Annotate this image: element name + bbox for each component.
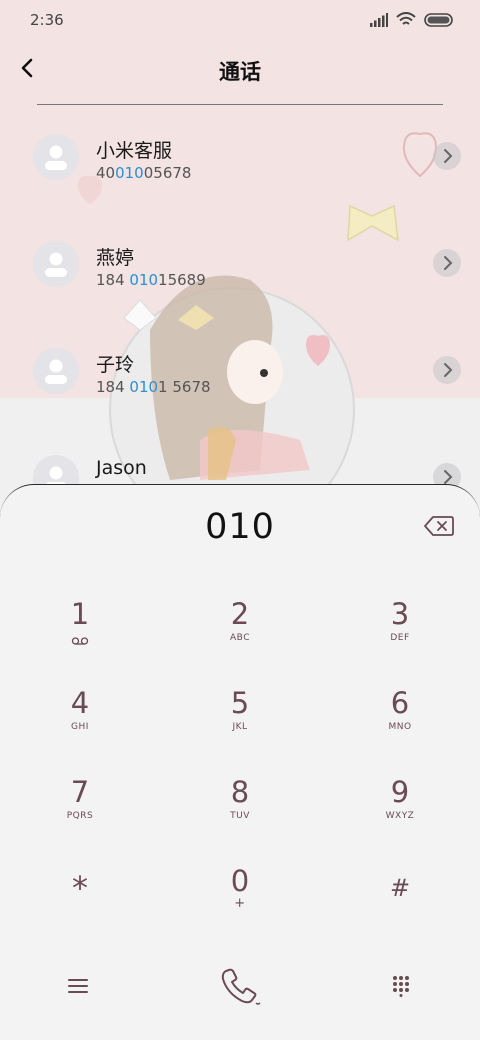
person-icon [45,359,67,384]
contact-name: 燕婷 [96,247,135,269]
person-icon [45,145,67,170]
key-letters: MNO [388,722,412,732]
key-0[interactable]: 0 + [180,864,300,940]
contact-number: 184 0101 5678 [96,378,211,396]
dialed-number: 010 [205,507,275,547]
key-digit: 3 [390,597,410,631]
key-digit: # [389,874,411,902]
key-letters: WXYZ [385,811,415,821]
page-title: 通话 [219,60,261,84]
key-6[interactable]: 6 MNO [340,686,460,762]
key-digit: 7 [70,775,90,809]
menu-icon[interactable] [67,977,89,995]
contact-name: 子玲 [96,354,135,376]
wifi-icon [396,12,416,25]
voicemail-icon [71,637,89,645]
person-icon [45,252,67,277]
key-star[interactable]: * [20,871,140,947]
avatar [33,241,79,287]
key-8[interactable]: 8 TUV [180,775,300,851]
key-digit: 4 [70,686,90,720]
key-3[interactable]: 3 DEF [340,597,460,673]
header: 通话 [0,48,480,94]
key-2[interactable]: 2 ABC [180,597,300,673]
key-4[interactable]: 4 GHI [20,686,140,762]
contact-detail-button[interactable] [433,142,461,170]
contact-row[interactable]: 小米客服 4001005678 [0,118,480,210]
chevron-right-icon [444,149,453,163]
contact-name: 小米客服 [96,140,173,162]
key-1[interactable]: 1 [20,597,140,673]
contact-name: Jason [96,457,147,479]
key-letters: GHI [71,722,89,732]
status-time: 2:36 [30,11,64,29]
key-digit: * [72,869,88,907]
contact-row[interactable]: 子玲 184 0101 5678 [0,332,480,424]
avatar [33,134,79,180]
contact-detail-button[interactable] [433,356,461,384]
key-hash[interactable]: # [340,871,460,947]
key-letters: TUV [230,811,250,821]
battery-icon [424,12,453,27]
key-digit: 2 [230,597,250,631]
key-5[interactable]: 5 JKL [180,686,300,762]
backspace-icon[interactable] [424,515,454,537]
avatar [33,348,79,394]
chevron-right-icon [444,256,453,270]
key-digit: 0 [230,864,250,898]
status-icons [370,12,454,27]
dialer-sheet: 010 1 2 ABC 3 DEF 4 GHI 5 JKL 6 MNO 7 PQ… [0,484,480,1040]
contact-detail-button[interactable] [433,249,461,277]
status-bar: 2:36 [0,0,480,40]
key-digit: 5 [230,686,250,720]
key-letters: + [234,896,246,911]
key-letters: PQRS [66,811,94,821]
key-digit: 1 [70,597,90,631]
signal-icon [370,12,388,27]
contact-number: 184 01015689 [96,271,206,289]
key-digit: 6 [390,686,410,720]
contact-number: 4001005678 [96,164,192,182]
chevron-right-icon [444,363,453,377]
key-letters: JKL [232,722,248,732]
key-digit: 8 [230,775,250,809]
key-9[interactable]: 9 WXYZ [340,775,460,851]
key-digit: 9 [390,775,410,809]
key-letters: ABC [230,633,250,643]
header-divider [37,104,443,105]
keypad-icon[interactable] [392,975,410,997]
phone-call-icon[interactable] [218,967,262,1007]
key-7[interactable]: 7 PQRS [20,775,140,851]
key-letters: DEF [390,633,410,643]
contact-row[interactable]: 燕婷 184 01015689 [0,225,480,317]
